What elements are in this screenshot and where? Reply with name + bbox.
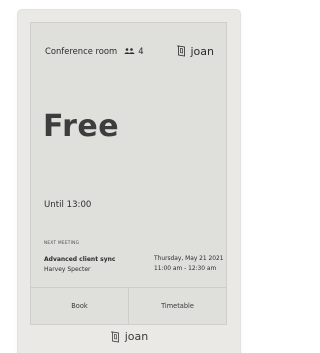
- joan-logo-icon: [176, 45, 185, 57]
- display-screen: Conference room 4 joan Free Until 13:00 …: [30, 22, 227, 325]
- meeting-date: Thursday, May 21 2021: [154, 256, 224, 262]
- timetable-button[interactable]: Timetable: [128, 288, 226, 324]
- room-capacity: 4: [138, 46, 144, 56]
- availability-status: Free: [43, 109, 120, 144]
- available-until: Until 13:00: [44, 200, 92, 210]
- next-meeting-label: NEXT MEETING: [44, 240, 80, 245]
- screen-header: Conference room 4 joan: [45, 43, 214, 59]
- device-footer-brand: joan: [18, 330, 240, 343]
- footer-brand-name: joan: [124, 330, 149, 343]
- book-button[interactable]: Book: [31, 288, 128, 324]
- meeting-host: Harvey Specter: [44, 266, 91, 273]
- room-name: Conference room: [45, 46, 118, 56]
- people-icon: [124, 47, 135, 55]
- joan-logo-icon: [110, 331, 119, 342]
- room-info: Conference room 4: [45, 46, 144, 56]
- device-frame: Conference room 4 joan Free Until 13:00 …: [18, 10, 240, 353]
- meeting-title: Advanced client sync: [44, 256, 116, 263]
- header-brand: joan: [176, 44, 215, 58]
- meeting-time: 11:00 am - 12:30 am: [154, 266, 217, 272]
- brand-name: joan: [190, 44, 215, 58]
- action-buttons: Book Timetable: [31, 287, 226, 324]
